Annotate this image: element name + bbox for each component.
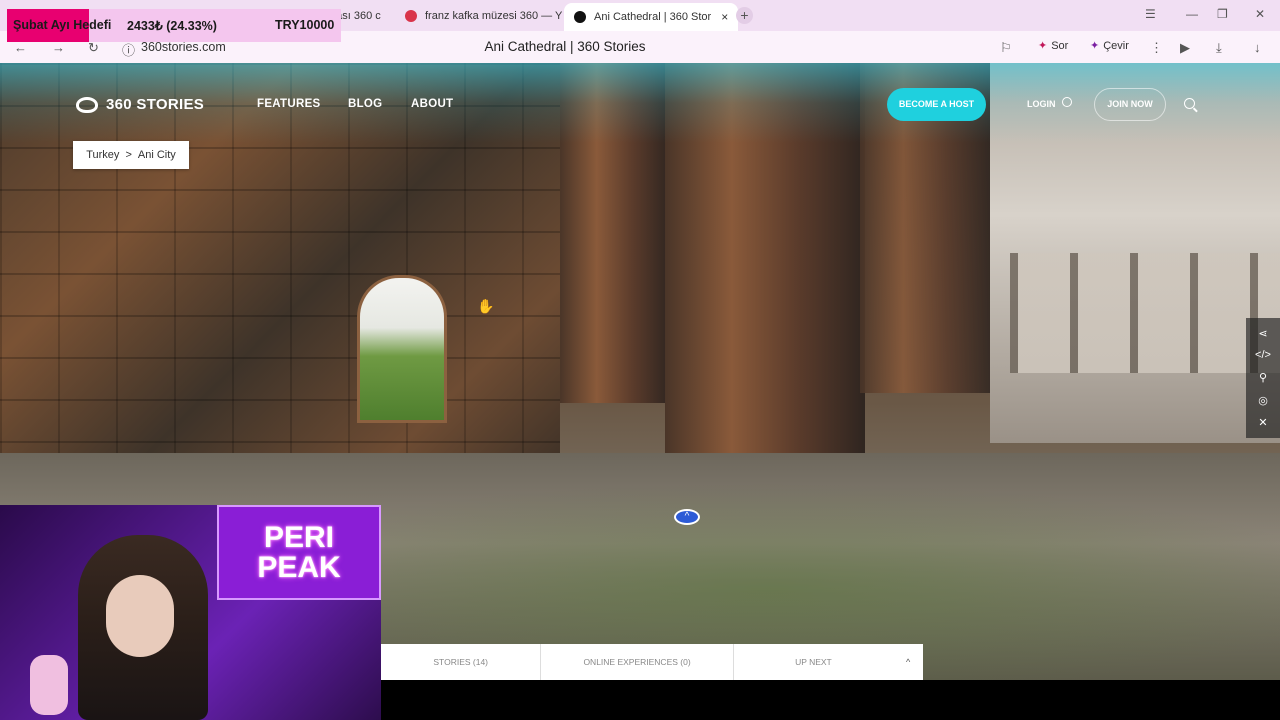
- share-icon[interactable]: ⋖: [1258, 327, 1267, 340]
- letterbox-bar: [381, 680, 1280, 720]
- restore-icon[interactable]: ❐: [1217, 7, 1228, 21]
- hand-cursor-icon: ✋: [477, 298, 495, 314]
- donation-goal-overlay: Şubat Ayı Hedefi 2433₺ (24.33%) TRY10000: [7, 9, 341, 42]
- close-tab-icon[interactable]: ×: [721, 10, 728, 24]
- search-icon[interactable]: [1184, 98, 1195, 109]
- embed-code-icon[interactable]: </>: [1255, 349, 1271, 361]
- online-experiences-tab[interactable]: ONLINE EXPERIENCES (0): [541, 644, 734, 680]
- neon-sign-line1: PERI: [263, 521, 335, 554]
- arched-doorway: [357, 275, 447, 423]
- tab-favicon-icon: [574, 11, 586, 23]
- login-button[interactable]: LOGIN: [1027, 97, 1072, 109]
- viewer-toolbar: ⋖ </> ⚲ ◎ ✕: [1246, 318, 1280, 438]
- site-logo[interactable]: 360 STORIES: [76, 96, 204, 113]
- browser-tab[interactable]: franz kafka müzesi 360 — Y: [405, 4, 562, 28]
- goal-progress: 2433₺ (24.33%): [127, 19, 217, 33]
- translate-button[interactable]: ✦ Çevir: [1090, 39, 1129, 53]
- download-icon[interactable]: ⤓: [1216, 40, 1222, 56]
- login-label: LOGIN: [1027, 99, 1056, 109]
- navigation-hotspot-icon[interactable]: ^: [674, 509, 700, 525]
- new-tab-button[interactable]: +: [736, 7, 753, 24]
- up-next-tab[interactable]: UP NEXT: [734, 644, 893, 680]
- mute-icon[interactable]: ✕: [1258, 416, 1267, 429]
- minimize-icon[interactable]: —: [1186, 7, 1198, 21]
- goal-label: Şubat Ayı Hedefi: [13, 18, 112, 32]
- neon-sign-line2: PEAK: [257, 551, 341, 584]
- location-pin-icon[interactable]: ⚲: [1259, 371, 1267, 384]
- goal-target: TRY10000: [275, 18, 335, 32]
- nav-features[interactable]: FEATURES: [257, 98, 321, 110]
- breadcrumb-country[interactable]: Turkey: [86, 149, 119, 161]
- breadcrumb-city[interactable]: Ani City: [138, 149, 176, 161]
- bottom-panel-bar: STORIES (14) ONLINE EXPERIENCES (0) UP N…: [381, 644, 923, 680]
- neon-sign: PERI PEAK: [217, 505, 381, 600]
- join-now-button[interactable]: JOIN NOW: [1094, 88, 1166, 121]
- user-icon: [1061, 97, 1072, 107]
- streamer-face: [106, 575, 174, 657]
- ask-button[interactable]: ✦ Sor: [1038, 39, 1069, 53]
- tab-label: Ani Cathedral | 360 Stor: [594, 11, 712, 23]
- arrow-down-icon[interactable]: ↓: [1254, 40, 1261, 55]
- close-window-icon[interactable]: ✕: [1255, 7, 1265, 21]
- microphone: [30, 655, 68, 715]
- tab-menu-icon[interactable]: ☰: [1145, 7, 1156, 21]
- breadcrumb: Turkey > Ani City: [73, 141, 189, 169]
- browser-tab-active[interactable]: Ani Cathedral | 360 Stor ×: [564, 3, 739, 31]
- more-menu-icon[interactable]: ⋮: [1150, 40, 1163, 56]
- breadcrumb-separator: >: [125, 149, 132, 161]
- ask-icon: ✦: [1038, 40, 1048, 52]
- nav-about[interactable]: ABOUT: [411, 98, 453, 110]
- ask-label: Sor: [1051, 39, 1069, 52]
- become-host-button[interactable]: BECOME A HOST: [887, 88, 986, 121]
- stories-tab[interactable]: STORIES (14): [381, 644, 542, 680]
- nav-blog[interactable]: BLOG: [348, 98, 382, 110]
- translate-icon: ✦: [1090, 40, 1100, 52]
- tab-favicon-icon: [405, 10, 417, 22]
- logo-icon: [76, 96, 98, 113]
- chevron-up-icon[interactable]: ^: [893, 657, 923, 667]
- brand-name: 360 STORIES: [106, 96, 205, 113]
- media-icon[interactable]: ▶: [1180, 40, 1190, 56]
- bookmark-icon[interactable]: ⚐: [1000, 40, 1012, 56]
- arcade-arches: [1010, 253, 1280, 373]
- tab-label: franz kafka müzesi 360 — Y: [425, 10, 563, 22]
- hide-eye-icon[interactable]: ◎: [1258, 394, 1268, 407]
- translate-label: Çevir: [1103, 39, 1129, 52]
